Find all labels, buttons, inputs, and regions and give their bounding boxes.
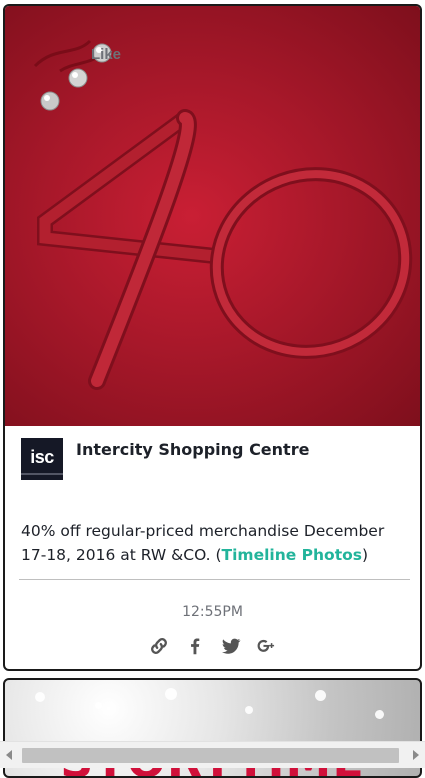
sparkle	[315, 690, 326, 701]
post-card: isc Intercity Shopping Centre Like 40% o…	[3, 4, 422, 671]
horizontal-scrollbar[interactable]	[0, 741, 425, 768]
post-time[interactable]: 12:55PM	[5, 604, 420, 620]
scroll-right-arrow-icon[interactable]	[413, 750, 419, 760]
page-name[interactable]: Intercity Shopping Centre	[76, 440, 309, 459]
google-plus-icon[interactable]	[256, 635, 278, 657]
ribbon-four	[37, 109, 223, 390]
logo-underline	[21, 473, 63, 475]
logo-text: isc	[30, 447, 54, 467]
sparkle	[245, 706, 253, 714]
page-logo[interactable]: isc	[21, 438, 63, 480]
sparkle	[35, 692, 45, 702]
sparkle	[375, 710, 384, 719]
scroll-left-arrow-icon[interactable]	[6, 750, 12, 760]
twitter-icon[interactable]	[220, 635, 242, 657]
ribbon-40-image	[33, 39, 413, 390]
sparkle	[165, 688, 177, 700]
facebook-icon[interactable]	[184, 635, 206, 657]
scrollbar-thumb[interactable]	[22, 748, 399, 763]
divider	[19, 579, 410, 580]
link-icon[interactable]	[148, 635, 170, 657]
post-text: 40% off regular-priced merchandise Decem…	[21, 519, 405, 567]
post-photo[interactable]	[5, 6, 420, 426]
share-row	[5, 634, 420, 658]
post-text-close: )	[362, 546, 369, 564]
sparkle	[95, 702, 102, 709]
timeline-photos-link[interactable]: Timeline Photos	[222, 546, 362, 564]
like-button[interactable]: Like	[91, 46, 121, 63]
ribbon-zero	[209, 167, 413, 359]
